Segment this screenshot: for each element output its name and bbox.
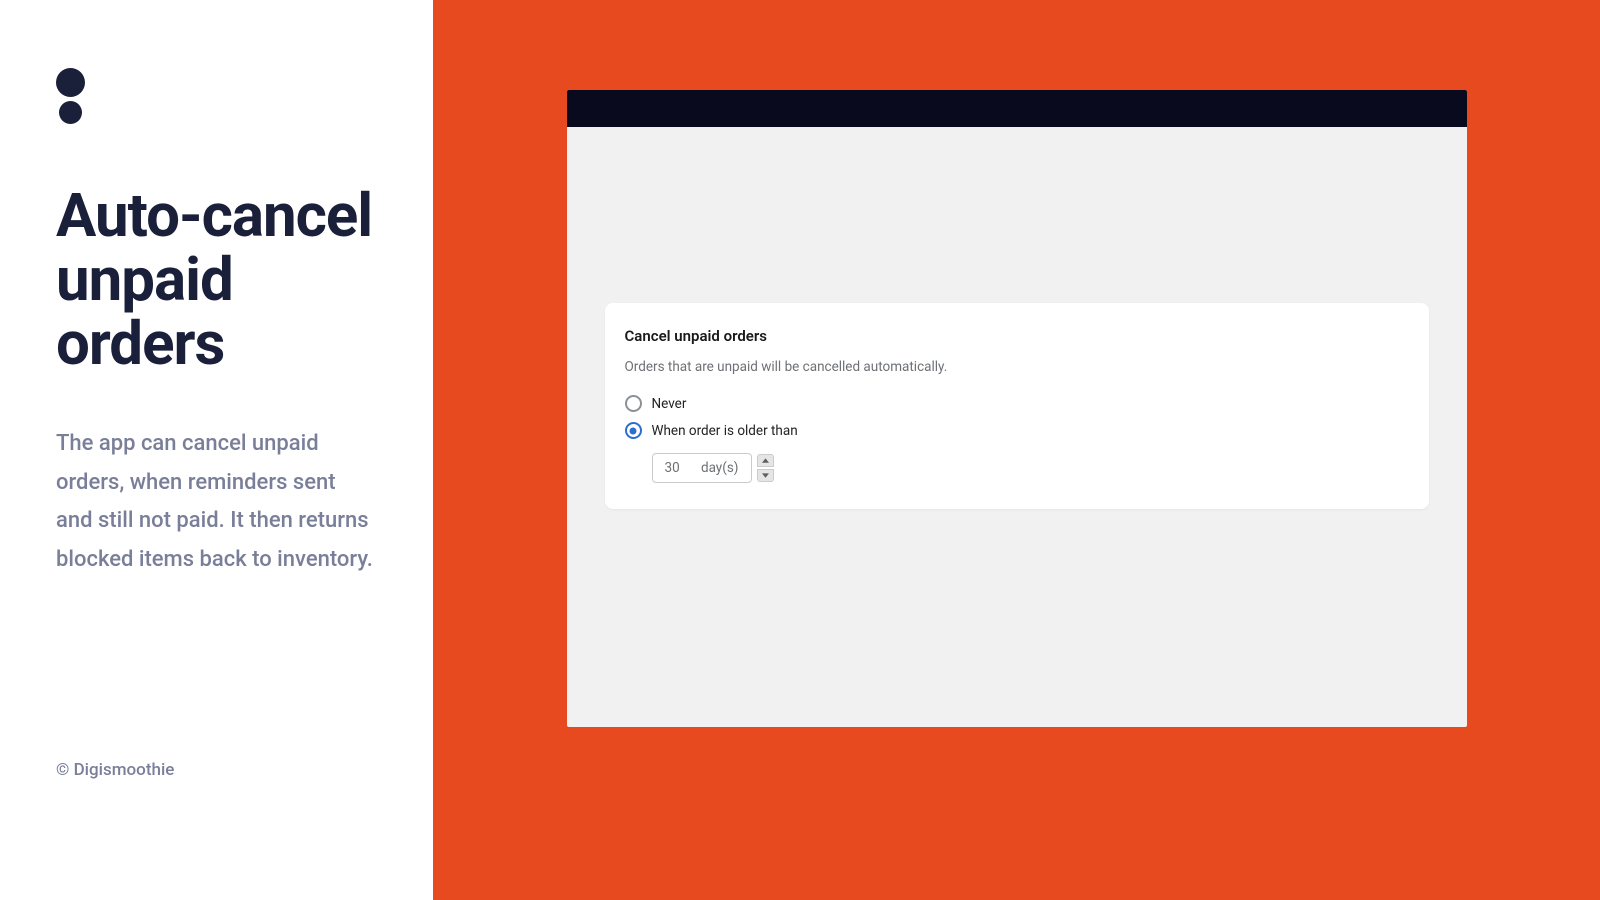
- stepper-up-button[interactable]: [757, 454, 774, 467]
- radio-button-older-than[interactable]: [625, 422, 642, 439]
- days-value: 30: [665, 460, 680, 476]
- logo-dot-icon: [56, 68, 85, 97]
- radio-option-never[interactable]: Never: [625, 395, 1409, 412]
- chevron-up-icon: [762, 458, 769, 463]
- radio-button-never[interactable]: [625, 395, 642, 412]
- radio-option-older-than[interactable]: When order is older than: [625, 422, 1409, 439]
- logo: [56, 68, 377, 124]
- left-panel: Auto-cancel unpaid orders The app can ca…: [0, 0, 433, 900]
- chevron-down-icon: [762, 473, 769, 478]
- right-panel: Cancel unpaid orders Orders that are unp…: [433, 0, 1600, 900]
- days-input-row: 30 day(s): [652, 453, 1409, 483]
- cancel-unpaid-orders-card: Cancel unpaid orders Orders that are unp…: [605, 303, 1429, 509]
- cancel-radio-group: Never When order is older than: [625, 395, 1409, 439]
- days-number-input[interactable]: 30 day(s): [652, 453, 752, 483]
- radio-label: Never: [652, 396, 687, 412]
- app-window: Cancel unpaid orders Orders that are unp…: [567, 90, 1467, 727]
- days-stepper: [757, 454, 774, 482]
- app-content: Cancel unpaid orders Orders that are unp…: [567, 127, 1467, 727]
- card-description: Orders that are unpaid will be cancelled…: [625, 359, 1409, 375]
- card-title: Cancel unpaid orders: [625, 327, 1409, 345]
- days-unit: day(s): [701, 460, 739, 476]
- logo-dot-icon: [59, 101, 82, 124]
- copyright-text: © Digismoothie: [56, 760, 174, 780]
- stepper-down-button[interactable]: [757, 469, 774, 482]
- app-titlebar: [567, 90, 1467, 127]
- page-description: The app can cancel unpaid orders, when r…: [56, 425, 377, 581]
- radio-label: When order is older than: [652, 423, 798, 439]
- page-headline: Auto-cancel unpaid orders: [56, 184, 377, 377]
